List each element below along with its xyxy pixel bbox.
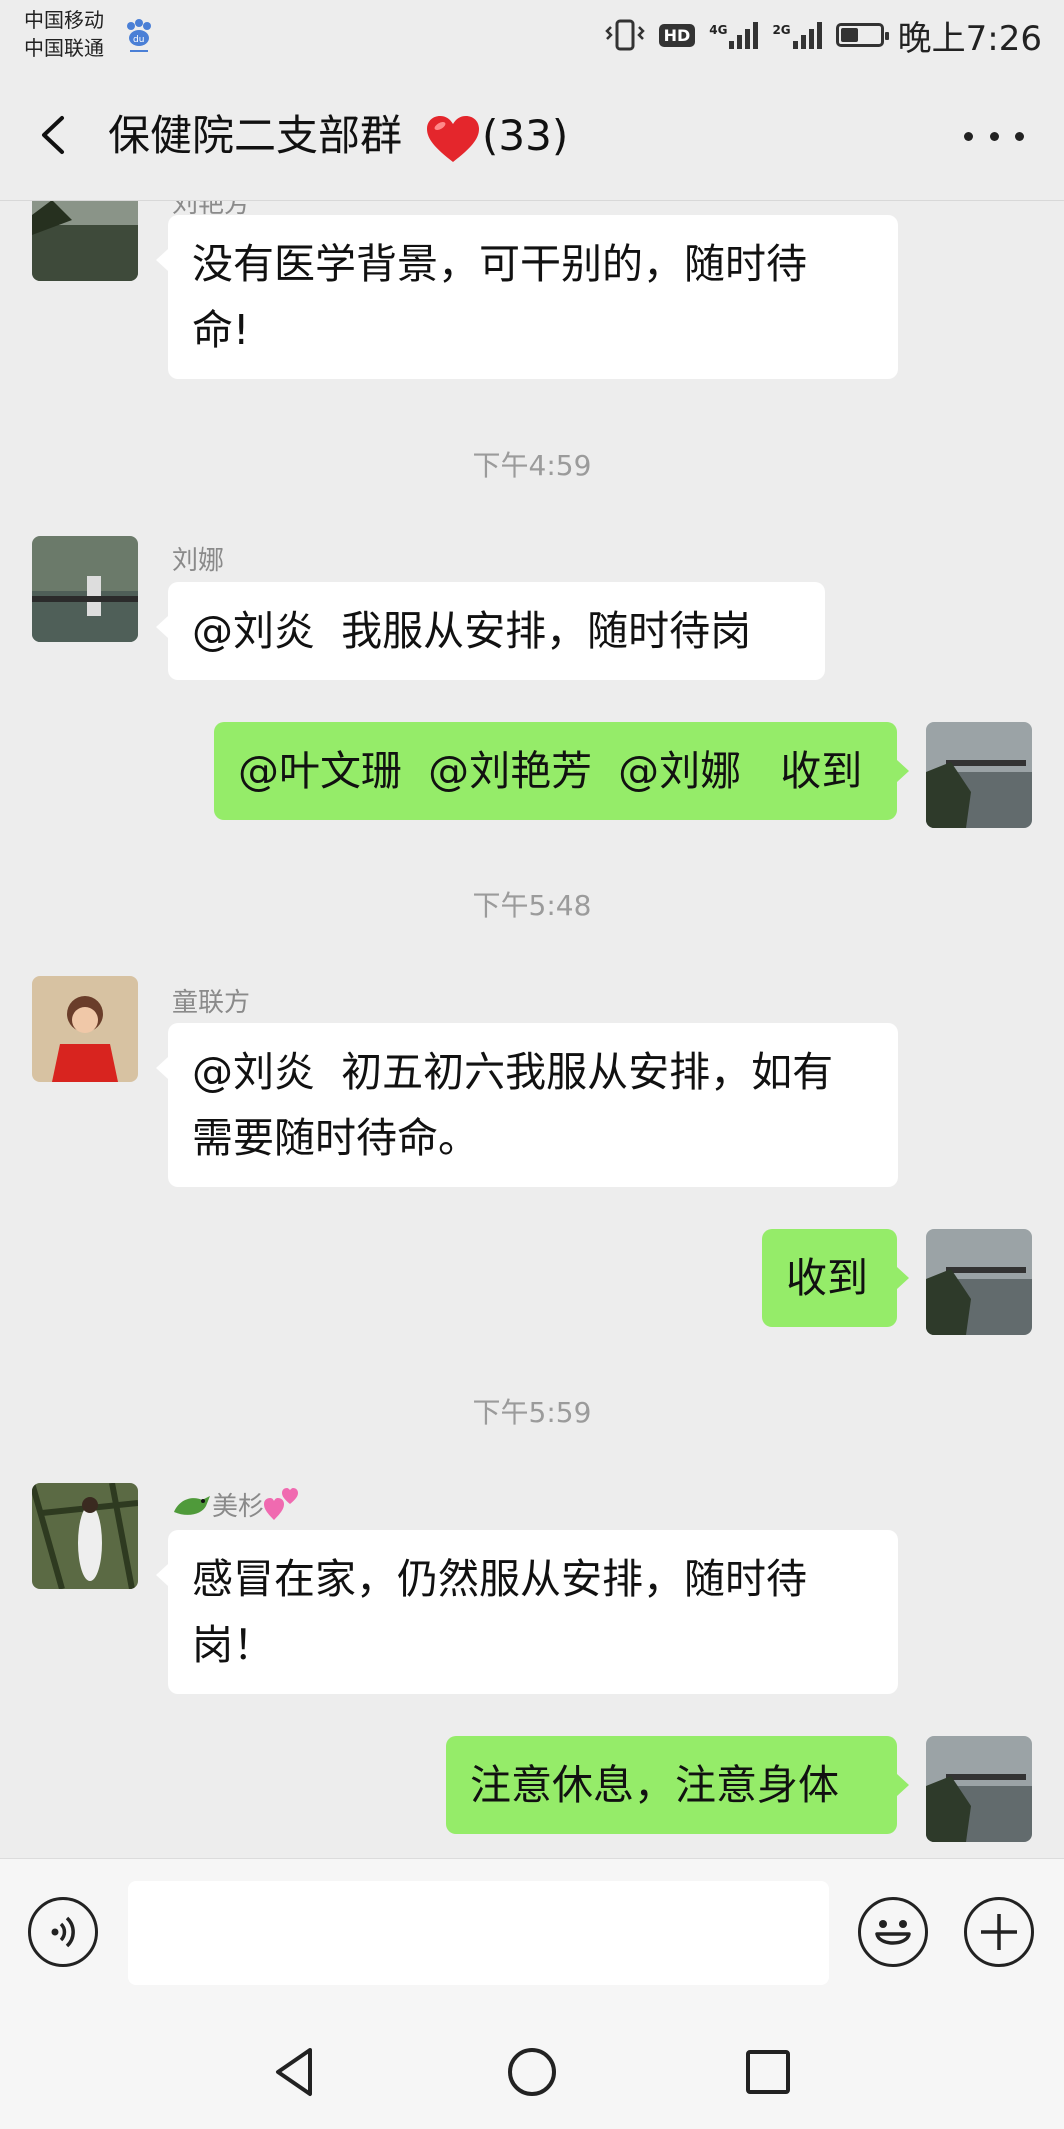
carrier-name-2: 中国联通 (24, 36, 104, 60)
message-bubble-incoming[interactable]: @刘炎 我服从安排，随时待岗 (156, 582, 825, 680)
vibrate-icon (604, 19, 645, 51)
carrier-name-1: 中国移动 (24, 8, 104, 32)
message-bubble-incoming[interactable]: 没有医学背景，可干别的，随时待 命! (156, 215, 898, 379)
plus-icon (981, 1914, 1017, 1950)
avatar-self[interactable] (926, 1229, 1032, 1335)
signal-2: 2G (772, 21, 822, 49)
battery-level (840, 28, 858, 42)
sender-name: 美杉 (212, 1492, 265, 1522)
heart-emoji-icon (427, 116, 479, 162)
signal-bars-icon (729, 21, 759, 49)
timestamp: 下午5:59 (472, 1396, 592, 1429)
status-icons: HD 4G 2G 晚上7:26 (604, 10, 1042, 60)
chat-title: 保健院二支部群 (108, 111, 403, 160)
svg-text:du: du (133, 35, 144, 45)
avatar[interactable] (32, 536, 138, 642)
clock: 晚上7:26 (897, 18, 1042, 59)
signal-bars-icon (792, 21, 822, 49)
smiley-face-icon (875, 1920, 911, 1945)
carrier-info: 中国移动 中国联通 (24, 6, 104, 62)
message-list[interactable]: 刘艳芳 没有医学背景，可干别的，随时待 命! 下午4:59 刘娜 @刘炎 我服从… (0, 201, 1064, 1858)
timestamp: 下午4:59 (472, 449, 592, 482)
sender-name: 刘娜 (172, 546, 225, 576)
nav-recents-square-icon[interactable] (738, 2042, 798, 2102)
input-bar (0, 1858, 1064, 2015)
sender-name-row: 美杉 (172, 1486, 302, 1523)
nav-home-circle-icon[interactable] (502, 2042, 562, 2102)
message-bubble-outgoing[interactable]: @叶文珊 @刘艳芳 @刘娜 收到 (214, 722, 909, 820)
emoji-button[interactable] (858, 1897, 928, 1967)
sender-name: 童联方 (172, 988, 251, 1018)
message-bubble-outgoing[interactable]: 注意休息，注意身体 (446, 1736, 909, 1834)
two-hearts-emoji-icon (264, 1487, 299, 1520)
avatar-self[interactable] (926, 1736, 1032, 1842)
avatar[interactable] (32, 1483, 138, 1589)
network-type-1: 4G (709, 23, 728, 37)
network-type-2: 2G (772, 23, 791, 37)
signal-1: 4G (709, 21, 759, 49)
message-bubble-incoming[interactable]: @刘炎 初五初六我服从安排，如有 需要随时待命。 (156, 1023, 898, 1187)
nav-back-triangle-icon[interactable] (266, 2042, 326, 2102)
voice-icon (51, 1916, 75, 1948)
timestamp: 下午5:48 (472, 889, 592, 922)
baidu-paw-icon: du (127, 19, 151, 52)
battery-icon (835, 23, 889, 47)
hd-badge: HD (658, 23, 696, 47)
message-bubble-outgoing[interactable]: 收到 (762, 1229, 909, 1327)
voice-input-button[interactable] (28, 1897, 98, 1967)
message-input[interactable] (128, 1881, 829, 1985)
back-arrow-icon[interactable] (30, 110, 80, 160)
system-nav-bar (0, 2014, 1064, 2129)
more-functions-button[interactable] (964, 1897, 1034, 1967)
more-options-icon[interactable] (964, 118, 1024, 154)
avatar[interactable] (32, 976, 138, 1082)
dragon-emoji-icon (174, 1495, 210, 1515)
avatar[interactable] (32, 201, 138, 281)
avatar-self[interactable] (926, 722, 1032, 828)
chat-header: 保健院二支部群 (33) (0, 70, 1064, 201)
status-bar: 中国移动 中国联通 du HD 4G 2G 晚上7:26 (0, 0, 1064, 70)
member-count: (33) (482, 111, 569, 160)
message-bubble-incoming[interactable]: 感冒在家，仍然服从安排，随时待 岗！ (156, 1530, 898, 1694)
